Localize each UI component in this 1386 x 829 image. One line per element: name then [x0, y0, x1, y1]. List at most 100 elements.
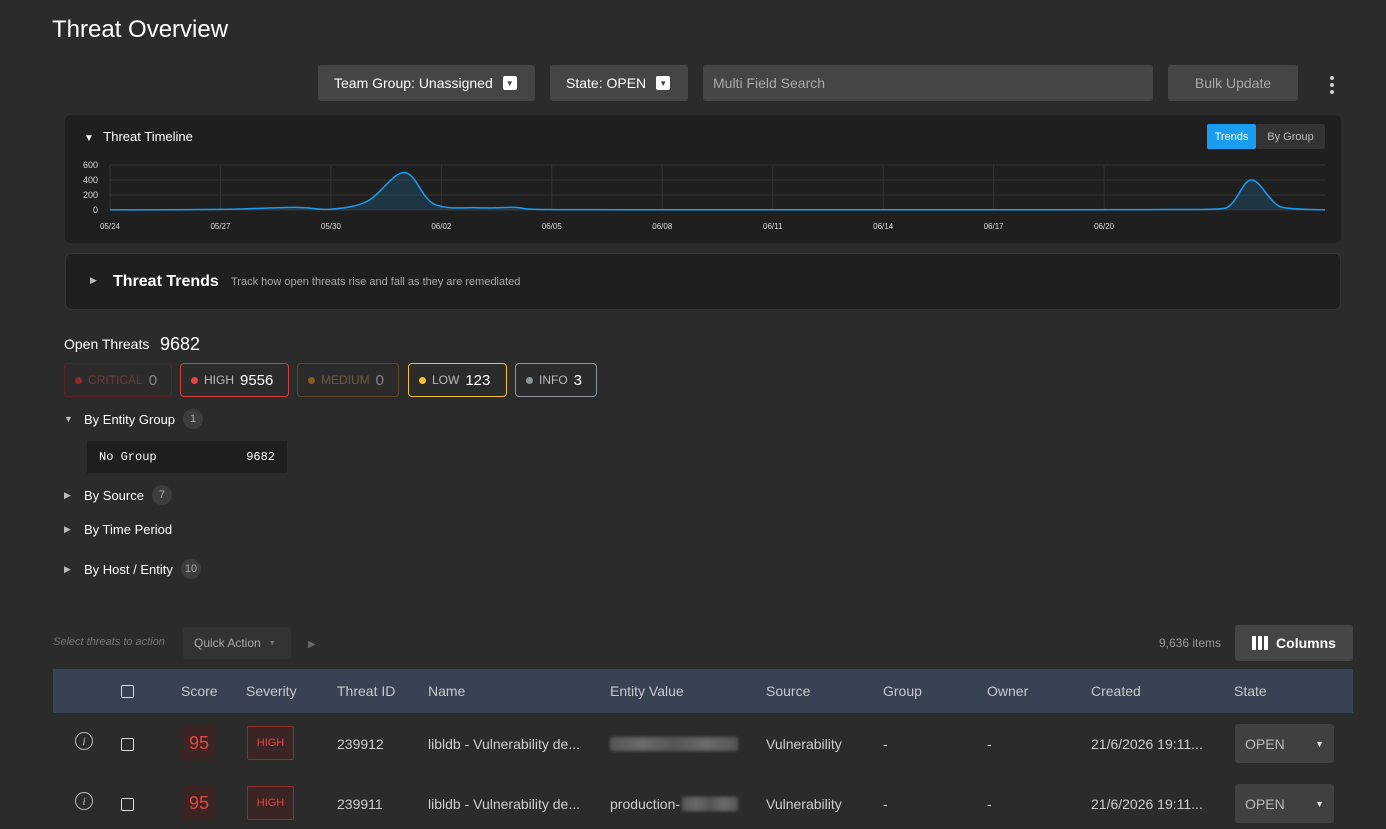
group: -	[883, 796, 888, 812]
severity-count: 0	[148, 371, 158, 389]
x-tick-label: 05/24	[100, 222, 121, 231]
severity-filter-medium[interactable]: MEDIUM 0	[297, 363, 399, 397]
severity-filter-low[interactable]: LOW 123	[408, 363, 507, 397]
y-tick-label: 600	[83, 160, 98, 170]
by-entity-group-label: By Entity Group	[84, 411, 176, 427]
severity-filter-critical[interactable]: CRITICAL 0	[64, 363, 172, 397]
source: Vulnerability	[766, 796, 842, 812]
owner: -	[987, 736, 992, 752]
severity-filter-info[interactable]: INFO 3	[515, 363, 597, 397]
collapse-triangle-icon: ▼	[84, 133, 94, 144]
threat-name[interactable]: libldb - Vulnerability de...	[428, 736, 580, 752]
x-tick-label: 06/08	[652, 222, 673, 231]
threat-name[interactable]: libldb - Vulnerability de...	[428, 796, 580, 812]
x-tick-label: 06/02	[431, 222, 452, 231]
by-time-period-toggle[interactable]: ▶ By Time Period	[64, 522, 172, 537]
severity-label: HIGH	[204, 373, 234, 387]
x-tick-label: 06/17	[984, 222, 1005, 231]
info-icon[interactable]: i	[75, 732, 93, 750]
columns-button[interactable]: Columns	[1235, 625, 1353, 661]
by-host-entity-toggle[interactable]: ▶ By Host / Entity 10	[64, 559, 202, 579]
caret-down-icon: ▼	[502, 76, 517, 90]
column-header-name[interactable]: Name	[428, 683, 465, 699]
state-dropdown[interactable]: State: OPEN ▼	[550, 65, 688, 101]
column-header-created[interactable]: Created	[1091, 683, 1141, 699]
severity-count: 123	[465, 371, 491, 389]
created: 21/6/2026 19:11...	[1091, 796, 1203, 812]
by-source-label: By Source	[84, 487, 144, 503]
high-dot-icon	[191, 376, 198, 384]
by-entity-group-count: 1	[183, 409, 204, 429]
multi-field-search-input[interactable]	[703, 65, 1153, 101]
severity-filter-high[interactable]: HIGH 9556	[180, 363, 289, 397]
open-threats-label: Open Threats	[64, 336, 150, 352]
select-all-checkbox[interactable]	[121, 685, 134, 698]
by-source-toggle[interactable]: ▶ By Source 7	[64, 485, 172, 505]
column-header-source[interactable]: Source	[766, 683, 810, 699]
state-select[interactable]: OPEN ▼	[1235, 784, 1334, 823]
series-line	[109, 171, 1326, 211]
threat-id: 239911	[337, 796, 383, 812]
column-header-threat-id[interactable]: Threat ID	[337, 683, 395, 699]
column-header-owner[interactable]: Owner	[987, 683, 1028, 699]
threat-trends-title: Threat Trends	[113, 273, 219, 290]
by-time-period-label: By Time Period	[84, 522, 173, 537]
severity-count: 0	[375, 371, 385, 389]
row-checkbox[interactable]	[121, 798, 134, 811]
no-group-row[interactable]: No Group 9682	[87, 441, 287, 473]
by-entity-group-toggle[interactable]: ▼ By Entity Group 1	[64, 409, 204, 429]
x-tick-label: 05/30	[321, 222, 342, 231]
state-select[interactable]: OPEN ▼	[1235, 724, 1334, 763]
info-icon[interactable]: i	[75, 792, 93, 810]
x-tick-label: 05/27	[210, 222, 231, 231]
by-host-entity-count: 10	[180, 559, 202, 579]
entity-value: production-	[610, 796, 681, 812]
state-label: State: OPEN	[566, 75, 647, 91]
column-header-score[interactable]: Score	[181, 683, 218, 699]
threat-trends-subtitle: Track how open threats rise and fall as …	[231, 276, 521, 288]
no-group-count: 9682	[246, 450, 275, 464]
columns-label: Columns	[1276, 635, 1336, 651]
by-host-entity-label: By Host / Entity	[84, 561, 173, 577]
state-value: OPEN	[1245, 795, 1285, 812]
column-header-state[interactable]: State	[1234, 683, 1267, 699]
bulk-update-button[interactable]: Bulk Update	[1168, 65, 1298, 101]
source: Vulnerability	[766, 736, 842, 752]
row-checkbox[interactable]	[121, 738, 134, 751]
trends-toggle[interactable]: Trends	[1207, 124, 1256, 149]
expand-triangle-icon: ▶	[90, 275, 97, 285]
threat-timeline-header[interactable]: ▼ Threat Timeline	[84, 129, 193, 144]
threat-timeline-title: Threat Timeline	[103, 129, 193, 144]
created: 21/6/2026 19:11...	[1091, 736, 1203, 752]
severity-label: MEDIUM	[321, 373, 370, 387]
series-area	[110, 172, 1325, 210]
page-title: Threat Overview	[52, 16, 229, 43]
play-icon[interactable]: ▶	[308, 639, 316, 650]
column-header-group[interactable]: Group	[883, 683, 922, 699]
score-badge: 95	[182, 726, 216, 760]
severity-label: CRITICAL	[88, 373, 143, 387]
redacted-entity-value	[610, 737, 738, 751]
state-value: OPEN	[1245, 735, 1285, 752]
open-threats-count: 9682	[160, 334, 201, 354]
column-header-entity-value[interactable]: Entity Value	[610, 683, 684, 699]
caret-down-icon: ▼	[1315, 738, 1324, 749]
x-tick-label: 06/20	[1094, 222, 1115, 231]
info-dot-icon	[526, 376, 533, 384]
medium-dot-icon	[308, 376, 315, 384]
quick-action-dropdown[interactable]: Quick Action ▼	[183, 627, 291, 659]
severity-count: 9556	[240, 371, 274, 389]
items-count: 9,636 items	[1159, 636, 1222, 650]
by-source-count: 7	[151, 485, 172, 505]
by-group-toggle[interactable]: By Group	[1256, 124, 1325, 149]
expand-triangle-icon: ▶	[64, 489, 71, 500]
caret-down-icon: ▼	[656, 76, 671, 90]
severity-label: LOW	[432, 373, 460, 387]
team-group-dropdown[interactable]: Team Group: Unassigned ▼	[318, 65, 535, 101]
no-group-label: No Group	[99, 450, 157, 464]
threat-timeline-chart: 600 400 200 005/24 05/27 05/30 06/02 06/05 06/08…	[83, 160, 1326, 231]
column-header-severity[interactable]: Severity	[246, 683, 297, 699]
score-badge: 95	[182, 786, 216, 820]
more-options-icon[interactable]	[1326, 76, 1338, 94]
x-tick-label: 06/14	[873, 222, 894, 231]
